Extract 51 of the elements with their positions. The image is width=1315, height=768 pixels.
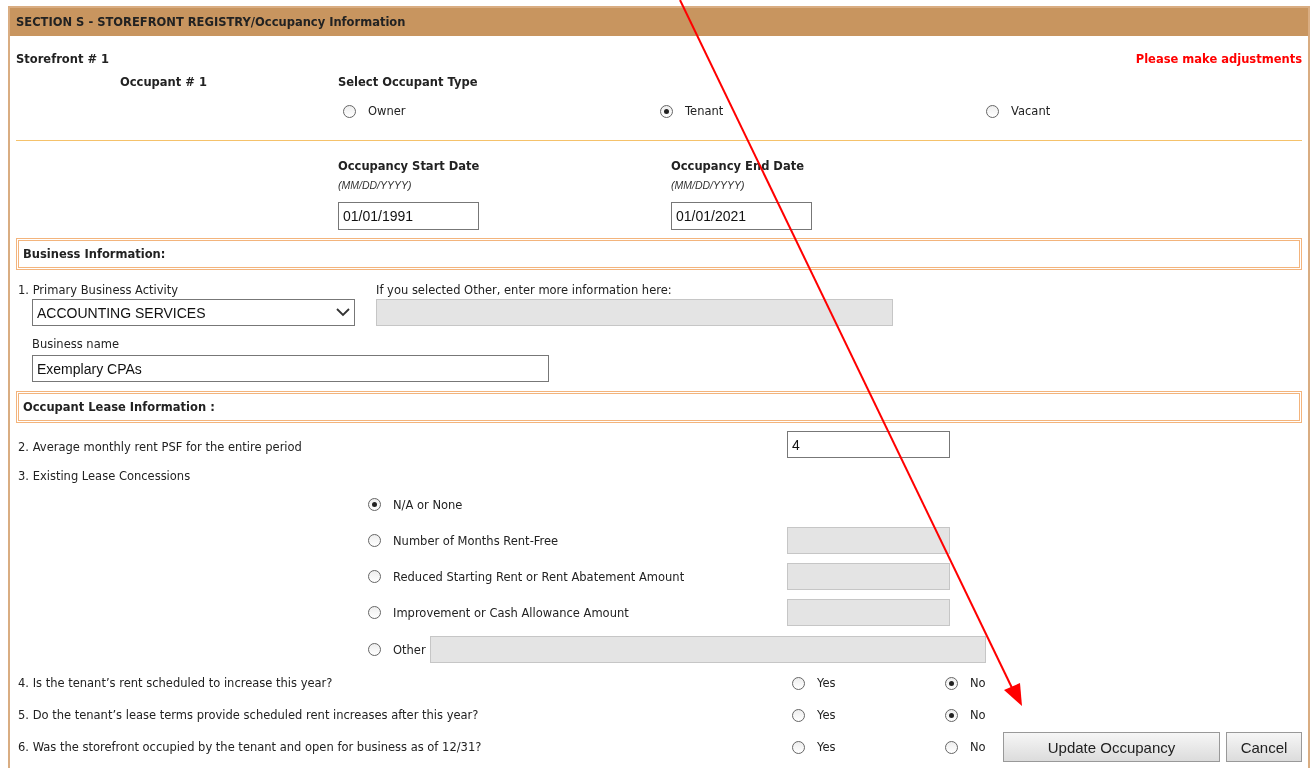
- option-label: No: [970, 708, 986, 722]
- subsection-header: Occupant Lease Information :: [16, 391, 1302, 423]
- radio-button[interactable]: [986, 104, 999, 118]
- option-label: Yes: [817, 676, 836, 690]
- question-label: 6. Was the storefront occupied by the tenant and open for business as of 12/31?: [18, 740, 482, 754]
- activity-select[interactable]: ACCOUNTING SERVICES: [32, 299, 355, 326]
- radio-button[interactable]: [660, 104, 673, 118]
- question-label: 5. Do the tenant’s lease terms provide scheduled rent increases after this year?: [18, 708, 479, 722]
- option-label: Vacant: [1011, 104, 1051, 118]
- radio-button[interactable]: [792, 676, 805, 690]
- radio-button[interactable]: [792, 708, 805, 722]
- option-label: Yes: [817, 740, 836, 754]
- question-label: 4. Is the tenant’s rent scheduled to increase this year?: [18, 676, 333, 690]
- alert-message: Please make adjustments: [1135, 52, 1302, 66]
- field-label: Occupancy Start Date: [338, 159, 480, 173]
- update-button[interactable]: Update Occupancy: [1003, 732, 1220, 762]
- question-label: 3. Existing Lease Concessions: [18, 469, 191, 483]
- chevron-down-icon: [336, 308, 350, 317]
- date-field[interactable]: 01/01/2021: [671, 202, 812, 230]
- option-label: No: [970, 740, 986, 754]
- radio-button[interactable]: [945, 708, 958, 722]
- input-field[interactable]: Exemplary CPAs: [32, 355, 549, 382]
- cancel-button[interactable]: Cancel: [1226, 732, 1302, 762]
- radio-button[interactable]: [368, 498, 381, 511]
- option-label: Reduced Starting Rent or Rent Abatement Amount: [393, 569, 685, 584]
- radio-button[interactable]: [945, 676, 958, 690]
- format-hint: (MM/DD/YYYY): [671, 179, 745, 191]
- radio-button[interactable]: [792, 740, 805, 754]
- occupant-label: Occupant # 1: [120, 75, 207, 89]
- option-label: Improvement or Cash Allowance Amount: [393, 605, 629, 620]
- subsection-header: Business Information:: [16, 238, 1302, 270]
- radio-button[interactable]: [343, 104, 356, 118]
- date-field[interactable]: 01/01/1991: [338, 202, 479, 230]
- field-label: Business name: [32, 337, 119, 351]
- option-label: N/A or None: [393, 497, 463, 512]
- radio-button[interactable]: [945, 740, 958, 754]
- select-value: ACCOUNTING SERVICES: [37, 304, 206, 321]
- option-label: Tenant: [685, 104, 724, 118]
- format-hint: (MM/DD/YYYY): [338, 179, 412, 191]
- input-field[interactable]: 4: [787, 431, 950, 458]
- field-label: 1. Primary Business Activity: [18, 283, 179, 297]
- option-label: Yes: [817, 708, 836, 722]
- option-label: Owner: [368, 104, 406, 118]
- field-label: If you selected Other, enter more information here:: [376, 283, 672, 297]
- section-header: SECTION S - STOREFRONT REGISTRY/Occupancy Information: [10, 8, 1308, 36]
- field-label: Select Occupant Type: [338, 75, 478, 89]
- option-label: Other: [393, 642, 426, 657]
- question-label: 2. Average monthly rent PSF for the entire period: [18, 439, 302, 454]
- option-label: No: [970, 676, 986, 690]
- option-label: Number of Months Rent-Free: [393, 533, 559, 548]
- storefront-label: Storefront # 1: [16, 52, 110, 66]
